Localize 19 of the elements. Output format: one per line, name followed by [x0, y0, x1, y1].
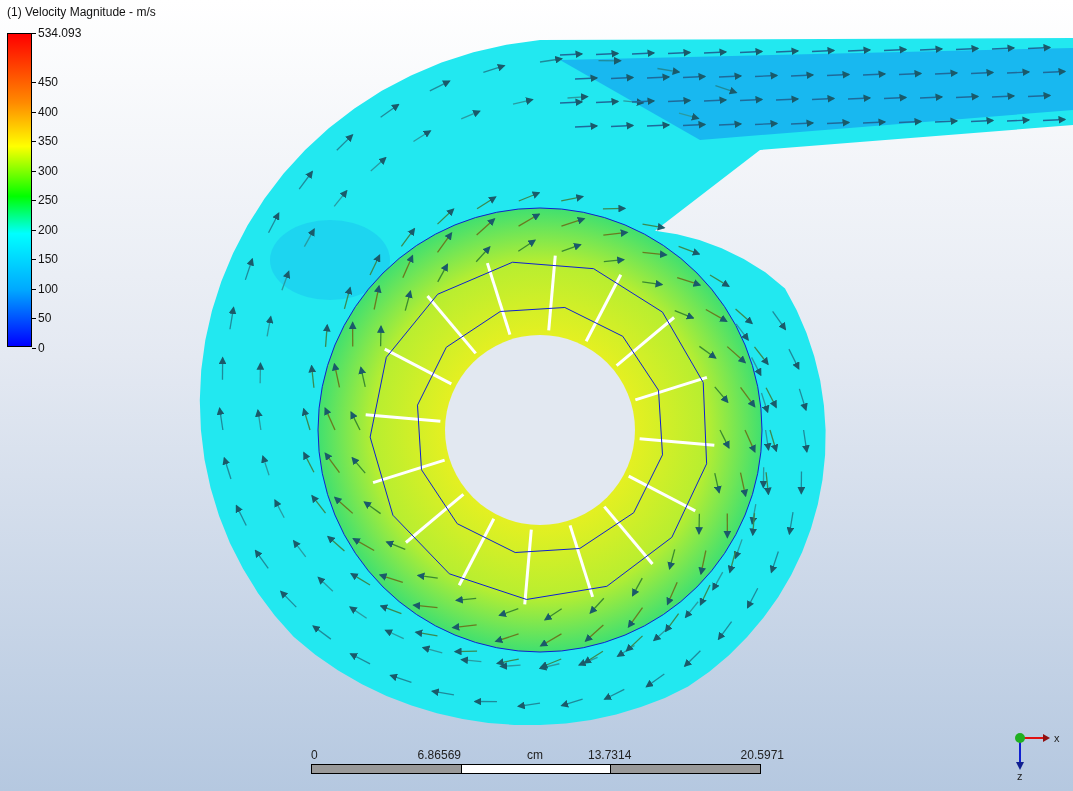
legend-max-label: 534.093 — [32, 25, 82, 41]
legend-tick-label: 300 — [32, 162, 82, 179]
scale-label: 6.86569 — [417, 748, 461, 762]
legend-tick-label: 50 — [32, 310, 82, 327]
scale-label: 13.7314 — [588, 748, 632, 762]
legend-tick-label: 0 — [32, 339, 82, 356]
legend-tick-label: 450 — [32, 74, 82, 90]
legend-tick-label: 150 — [32, 251, 82, 268]
legend-tick-label: 400 — [32, 103, 82, 120]
x-axis-label: x — [1054, 732, 1060, 744]
scale-unit: cm — [527, 748, 543, 762]
scale-label: 0 — [311, 748, 318, 762]
legend-tick-label: 100 — [32, 280, 82, 297]
viewport-title: (1) Velocity Magnitude - m/s — [7, 5, 156, 19]
scale-label: 20.5971 — [740, 748, 784, 762]
legend-tick-label: 200 — [32, 221, 82, 238]
z-axis-label: z — [1017, 770, 1023, 782]
legend-tick-label: 250 — [32, 192, 82, 209]
legend-tick-label: 350 — [32, 133, 82, 150]
